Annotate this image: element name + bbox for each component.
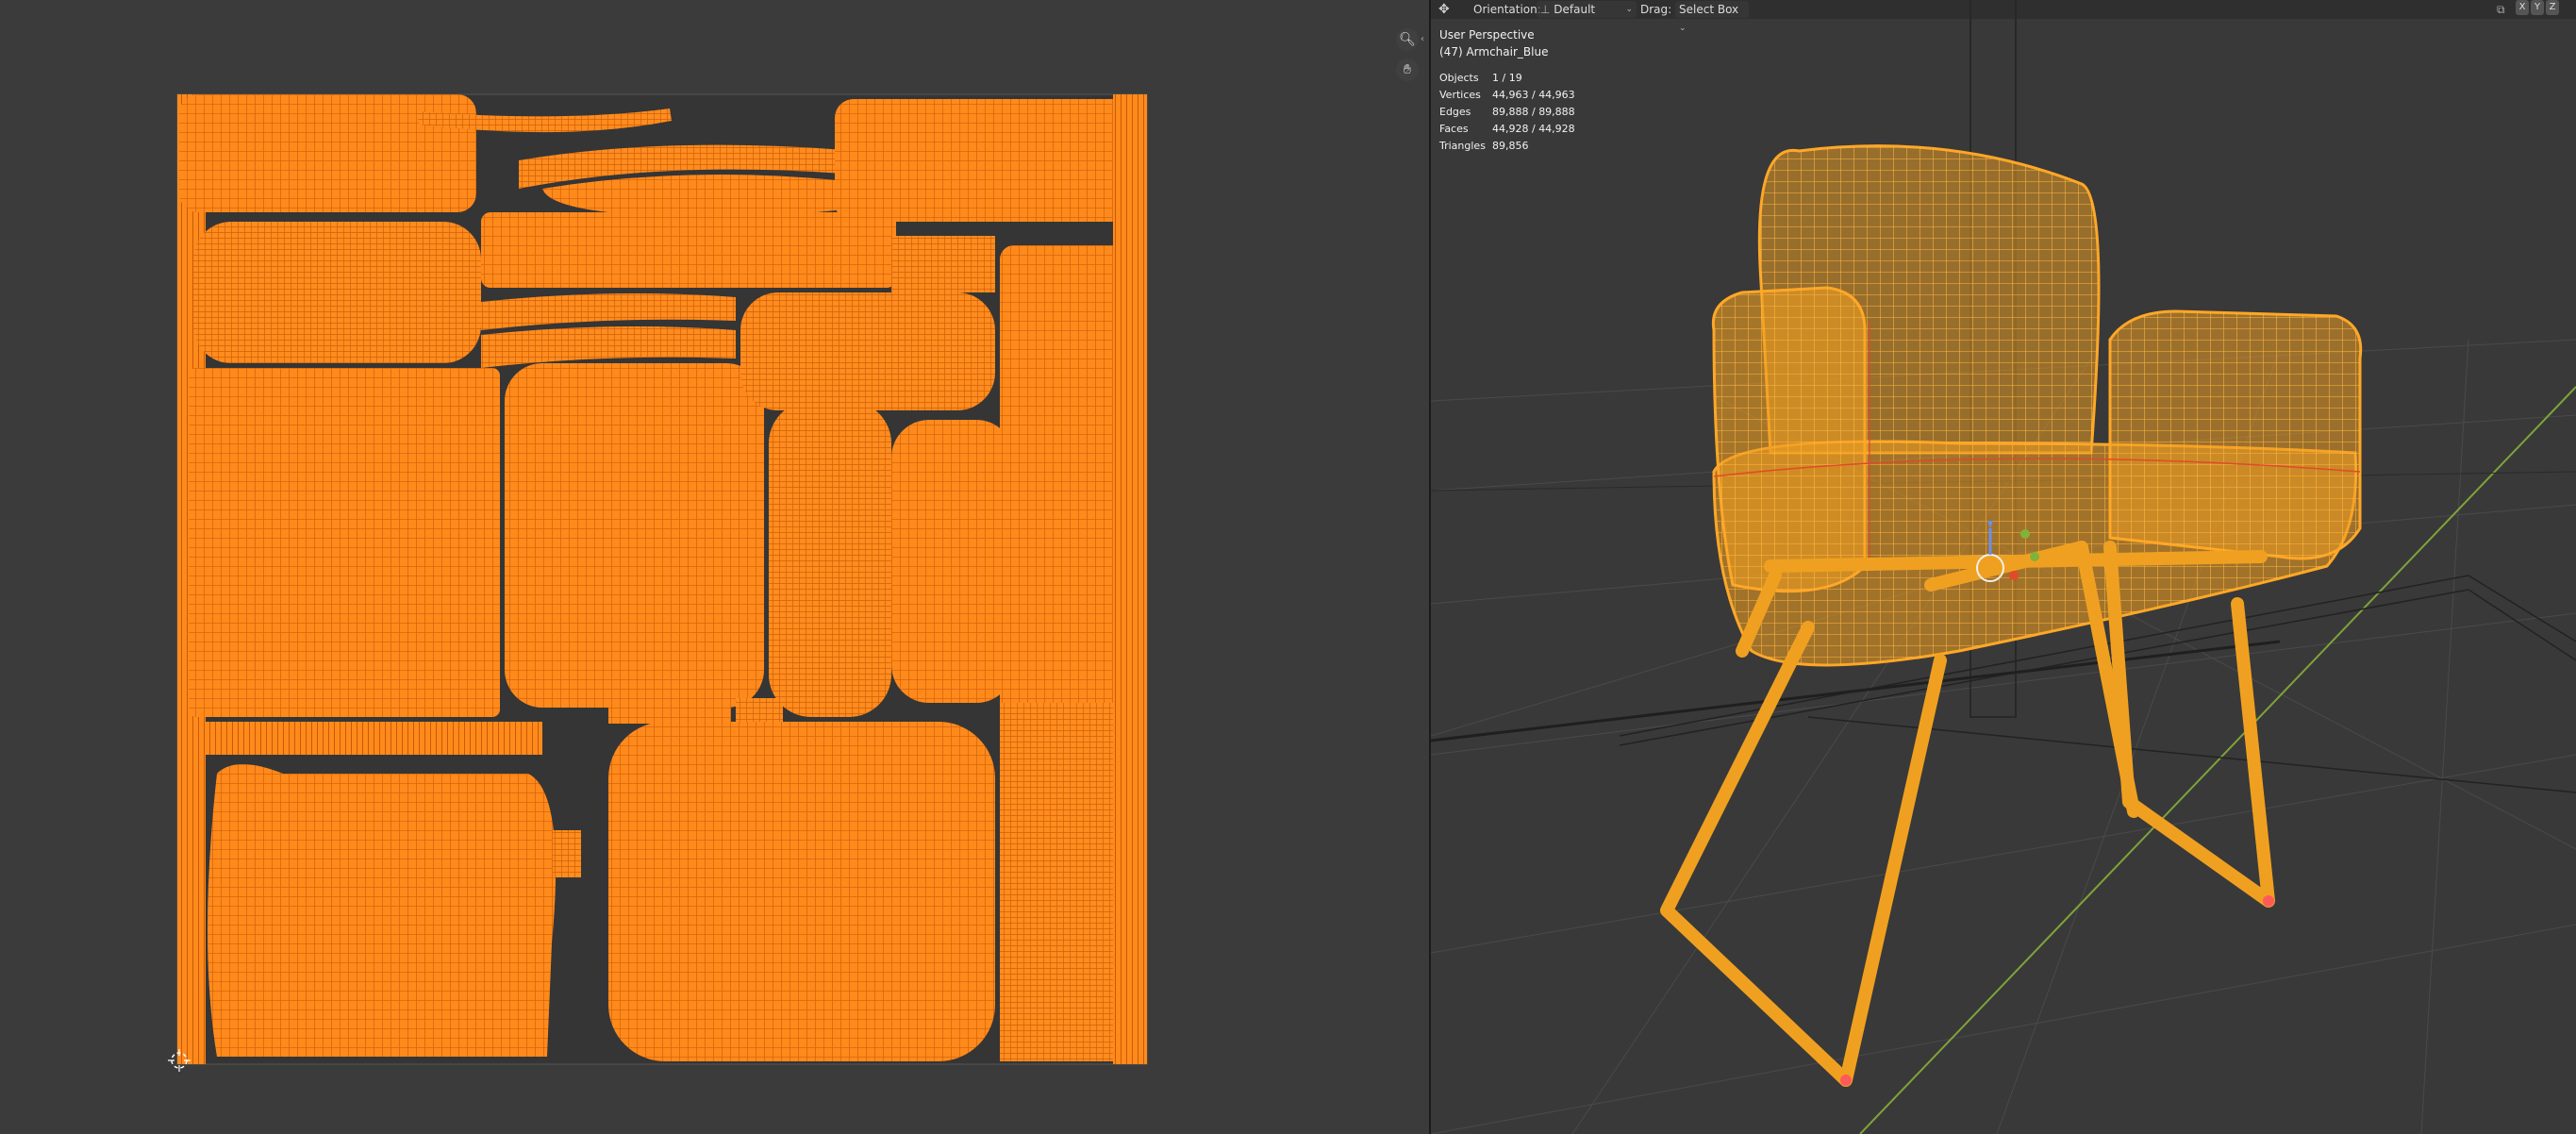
zoom-icon[interactable]: 🔍︎ bbox=[1396, 28, 1419, 51]
stat-row-faces: Faces 44,928 / 44,928 bbox=[1439, 123, 1575, 135]
mirror-z-button[interactable]: Z bbox=[2546, 0, 2559, 15]
viewport-canvas[interactable] bbox=[1431, 0, 2576, 1134]
mirror-x-button[interactable]: X bbox=[2516, 0, 2529, 15]
stat-row-edges: Edges 89,888 / 89,888 bbox=[1439, 106, 1575, 118]
drag-label: Drag: bbox=[1640, 3, 1672, 16]
chevron-down-icon: ⌄ bbox=[1679, 24, 1687, 33]
scene-statistics: Objects 1 / 19 Vertices 44,963 / 44,963 Ed… bbox=[1439, 70, 1575, 155]
orientation-label: Orientation: bbox=[1473, 3, 1541, 16]
mirror-y-button[interactable]: Y bbox=[2531, 0, 2544, 15]
viewport-info-overlay: User Perspective (47) Armchair_Blue bbox=[1439, 26, 1548, 60]
chevron-down-icon: ⌄ bbox=[1625, 5, 1633, 14]
perspective-label: User Perspective bbox=[1439, 28, 1535, 42]
orientation-dropdown[interactable]: ⊥ Default ⌄ bbox=[1537, 1, 1637, 18]
stat-row-objects: Objects 1 / 19 bbox=[1439, 72, 1522, 84]
mirror-icon[interactable]: ⧉ bbox=[2497, 2, 2505, 17]
viewport-header: ✥ Orientation: ⊥ Default ⌄ Drag: Select … bbox=[1431, 0, 2576, 33]
drag-dropdown[interactable]: Select Box ⌄ bbox=[1675, 1, 1749, 33]
drag-value: Select Box bbox=[1679, 3, 1739, 16]
orientation-gizmo-icon: ⊥ bbox=[1540, 3, 1551, 16]
area-collapse-arrow-icon[interactable]: ‹ bbox=[1421, 34, 1424, 44]
transform-pivot-icon[interactable]: ✥ bbox=[1438, 2, 1450, 17]
orientation-value: Default bbox=[1554, 3, 1596, 16]
uv-editor[interactable] bbox=[0, 0, 1429, 1134]
active-object-label: (47) Armchair_Blue bbox=[1439, 45, 1549, 58]
stat-row-vertices: Vertices 44,963 / 44,963 bbox=[1439, 89, 1575, 101]
stat-row-triangles: Triangles 89,856 bbox=[1439, 140, 1529, 152]
uv-canvas[interactable] bbox=[0, 0, 1429, 1134]
3d-viewport[interactable]: ✥ Orientation: ⊥ Default ⌄ Drag: Select … bbox=[1431, 0, 2576, 1134]
hand-pan-icon[interactable]: ✋︎ bbox=[1396, 58, 1419, 81]
